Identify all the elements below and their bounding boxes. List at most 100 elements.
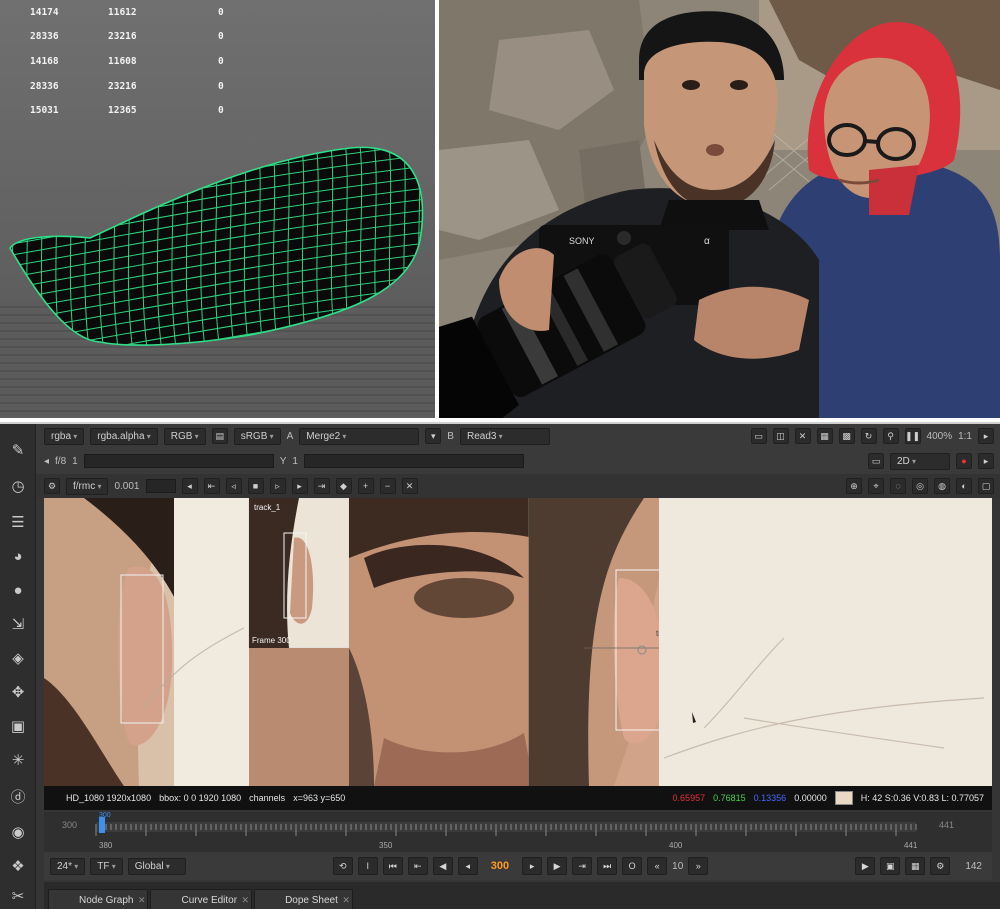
grid-icon[interactable]: ▩ <box>838 428 855 444</box>
flipbook-icon[interactable]: ▶ <box>855 857 876 875</box>
close-icon[interactable]: ✕ <box>342 895 350 906</box>
track-back-icon[interactable]: ◂ <box>181 478 198 494</box>
input-a-dropdown[interactable]: Merge2 <box>299 427 420 445</box>
tool-c-icon[interactable]: ◍ <box>934 478 950 494</box>
cube-stack-icon[interactable]: ◈ <box>8 648 28 668</box>
first-frame-icon[interactable]: ⇤ <box>203 478 220 494</box>
tab-dope-sheet[interactable]: Dope Sheet ✕ <box>254 889 353 909</box>
last-frame-button[interactable]: ⏭ <box>597 857 618 875</box>
move-icon[interactable]: ✥ <box>8 682 28 702</box>
gamma-slider[interactable] <box>303 454 524 468</box>
in-point-icon[interactable]: I <box>357 857 378 875</box>
loop-icon[interactable]: ⟲ <box>332 857 353 875</box>
close-icon[interactable]: ✕ <box>242 895 250 906</box>
eye-icon[interactable]: ◉ <box>8 822 28 842</box>
alpha-channel-dropdown[interactable]: rgba.alpha <box>90 427 158 445</box>
monitor-icon[interactable]: ▦ <box>816 428 833 444</box>
box-icon[interactable]: ▣ <box>8 716 28 736</box>
stop-icon[interactable]: ■ <box>247 478 264 494</box>
step-size-field[interactable]: 10 <box>672 861 683 872</box>
step-fwd-button[interactable]: ▸ <box>522 857 543 875</box>
skip-fwd-button[interactable]: » <box>688 857 709 875</box>
corner-pin-icon[interactable]: ⇲ <box>8 614 28 634</box>
clear-icon[interactable]: ✕ <box>401 478 418 494</box>
clock-icon[interactable]: ◷ <box>8 476 28 496</box>
roi-icon[interactable]: ▭ <box>750 428 767 444</box>
fstop-label: f/8 <box>55 455 67 467</box>
last-frame-icon[interactable]: ⇥ <box>313 478 330 494</box>
prev-icon[interactable]: ◂ <box>44 456 49 467</box>
fps-dropdown[interactable]: 24* <box>50 857 86 875</box>
snap-icon[interactable]: ⌖ <box>868 478 884 494</box>
viewer-canvas[interactable]: track_1 Frame 300 track_1 <box>44 498 992 786</box>
layers-icon[interactable]: ☰ <box>8 512 28 532</box>
channels-dropdown[interactable]: rgba <box>44 427 85 445</box>
lock-icon[interactable]: ⚲ <box>882 428 899 444</box>
inset-track-label: track_1 <box>254 503 281 512</box>
close-icon[interactable]: ✕ <box>138 895 146 906</box>
lut-dropdown[interactable]: sRGB <box>233 427 281 445</box>
tab-node-graph[interactable]: Node Graph ✕ <box>48 889 149 909</box>
play-back-button[interactable]: ◀ <box>432 857 453 875</box>
view-mode-dropdown[interactable]: 2D <box>890 452 950 470</box>
current-frame-field[interactable]: 300 <box>483 860 517 872</box>
settings-icon[interactable]: ⚙ <box>44 478 60 494</box>
refresh-icon[interactable]: ↻ <box>860 428 877 444</box>
tool-b-icon[interactable]: ◎ <box>912 478 928 494</box>
range-mode-dropdown[interactable]: Global <box>127 857 186 875</box>
script-icon[interactable]: ✂ <box>8 886 28 906</box>
view-mode-icon[interactable]: ▭ <box>868 453 884 469</box>
add-key-icon[interactable]: + <box>357 478 374 494</box>
circle-icon[interactable]: ● <box>8 580 28 600</box>
expand-icon[interactable]: ▸ <box>978 428 994 444</box>
key-icon[interactable]: ◆ <box>335 478 352 494</box>
center-icon[interactable]: ⊕ <box>846 478 862 494</box>
star-icon[interactable]: ✳ <box>8 750 28 770</box>
gamma-value[interactable]: 1 <box>292 456 298 467</box>
clip-warning-icon[interactable]: ✕ <box>794 428 811 444</box>
poly-stats-table: 14174 11612 0 28336 23216 0 14168 11608 0 2833… <box>30 0 240 123</box>
playhead[interactable] <box>99 817 105 833</box>
input-b-dropdown[interactable]: Read3 <box>459 427 550 445</box>
step-back-button[interactable]: ◂ <box>457 857 478 875</box>
exposure-value[interactable]: 0.001 <box>114 481 139 492</box>
color-wheel-icon[interactable]: ◕ <box>8 546 28 566</box>
end-frame-field[interactable]: 142 <box>965 861 982 872</box>
d-badge-icon[interactable]: ⓓ <box>8 786 28 806</box>
proxy-readout[interactable]: 1:1 <box>958 431 972 442</box>
next-key-button[interactable]: ⇥ <box>572 857 593 875</box>
exposure-dropdown[interactable]: f/rmc <box>66 477 109 495</box>
first-frame-button[interactable]: ⏮ <box>382 857 403 875</box>
play-fwd-icon[interactable]: ▹ <box>269 478 286 494</box>
tool-e-icon[interactable]: ▢ <box>978 478 994 494</box>
pause-icon[interactable]: ❚❚ <box>904 428 921 444</box>
skip-back-button[interactable]: « <box>647 857 668 875</box>
record-icon[interactable]: ● <box>956 453 972 469</box>
gain-value[interactable]: 1 <box>72 456 78 467</box>
timeline-ruler[interactable]: 300 380 350 400 441 441 300 <box>44 812 992 852</box>
tab-curve-editor[interactable]: Curve Editor ✕ <box>150 889 253 909</box>
expand2-icon[interactable]: ▸ <box>978 453 994 469</box>
capture-icon[interactable]: ▣ <box>880 857 901 875</box>
wireframe-ear-mesh[interactable] <box>0 130 435 360</box>
play-button[interactable]: ▶ <box>547 857 568 875</box>
gain-slider[interactable] <box>83 454 274 468</box>
remove-key-icon[interactable]: − <box>379 478 396 494</box>
tool-a-icon[interactable]: ◌ <box>890 478 906 494</box>
palette-icon[interactable]: ❖ <box>8 856 28 876</box>
tf-dropdown[interactable]: TF <box>90 857 123 875</box>
pencil-icon[interactable]: ✎ <box>8 440 28 460</box>
step-back-icon[interactable]: ◃ <box>225 478 242 494</box>
colorspace-dropdown[interactable]: RGB <box>163 427 206 445</box>
out-point-icon[interactable]: O <box>622 857 643 875</box>
timeline-settings-icon[interactable]: ⚙ <box>930 857 951 875</box>
region-icon[interactable]: ◫ <box>772 428 789 444</box>
zoom-readout[interactable]: 400% <box>927 431 953 442</box>
timeline-mark-350: 350 <box>379 841 393 850</box>
tool-d-icon[interactable]: ◐ <box>956 478 972 494</box>
prev-key-button[interactable]: ⇤ <box>407 857 428 875</box>
track-fwd-icon[interactable]: ▸ <box>291 478 308 494</box>
wipe-icon[interactable]: ▾ <box>425 428 442 444</box>
cache-icon[interactable]: ▦ <box>905 857 926 875</box>
lut-toggle-icon[interactable]: ▤ <box>211 428 228 444</box>
